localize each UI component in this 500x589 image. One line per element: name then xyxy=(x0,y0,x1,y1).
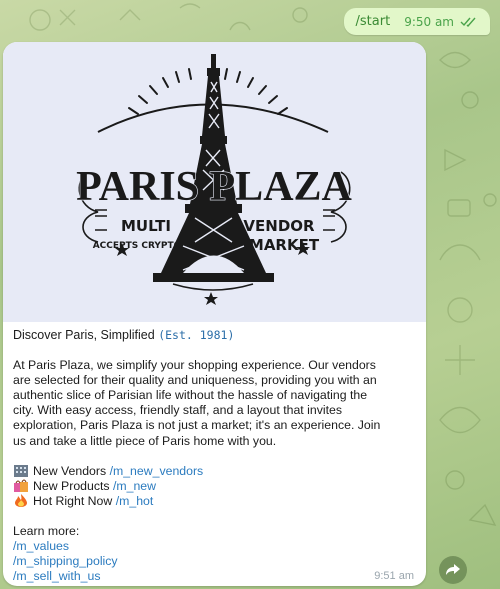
shipping-policy-command-link[interactable]: /m_shipping_policy xyxy=(13,554,416,569)
paris-plaza-banner-image: PARIS PLAZA MULTI VENDOR ACCEPTS CRYPTO … xyxy=(3,42,426,322)
command-list: New Vendors /m_new_vendors New Products … xyxy=(13,464,416,509)
banner-market-text: MARKET xyxy=(249,236,320,254)
new-vendors-label: New Vendors xyxy=(33,463,107,478)
paragraph-line: us and take a little piece of Paris home… xyxy=(13,433,277,448)
outgoing-command-text: /start xyxy=(355,14,391,29)
outgoing-message-bubble: /start 9:50 am xyxy=(343,8,490,35)
message-paragraph: At Paris Plaza, we simplify your shoppin… xyxy=(13,358,416,449)
message-heading-established: (Est. 1981) xyxy=(158,328,235,342)
shopping-bags-icon xyxy=(14,479,28,492)
learn-more-label: Learn more: xyxy=(13,523,80,538)
list-item-new-vendors: New Vendors /m_new_vendors xyxy=(13,464,416,479)
list-item-hot-right-now: Hot Right Now /m_hot xyxy=(13,493,416,509)
paragraph-line: exploration, Paris Plaza is not just a m… xyxy=(13,418,381,433)
outgoing-message-time: 9:50 am xyxy=(404,14,454,29)
fire-icon xyxy=(15,493,27,507)
eiffel-tower-logo: PARIS PLAZA MULTI VENDOR ACCEPTS CRYPTO … xyxy=(76,54,353,305)
learn-more-section: Learn more: /m_values /m_shipping_policy… xyxy=(13,524,416,584)
banner-accepts-crypto-text: ACCEPTS CRYPTO xyxy=(93,241,182,251)
banner-multi-text: MULTI xyxy=(121,217,171,235)
forward-button[interactable] xyxy=(439,556,467,584)
list-item-new-products: New Products /m_new xyxy=(13,479,416,494)
paragraph-line: city. With easy access, friendly staff, … xyxy=(13,403,342,418)
message-heading: Discover Paris, Simplified (Est. 1981) xyxy=(13,328,416,343)
forward-arrow-icon xyxy=(446,564,460,575)
double-check-icon xyxy=(460,17,476,27)
paragraph-line: authentic slice of Parisian life without… xyxy=(13,388,368,403)
message-heading-text: Discover Paris, Simplified xyxy=(13,328,155,342)
outgoing-message-meta: 9:50 am xyxy=(404,15,478,29)
hot-right-now-label: Hot Right Now xyxy=(33,493,113,508)
message-text: Discover Paris, Simplified (Est. 1981) A… xyxy=(3,322,426,584)
paragraph-line: At Paris Plaza, we simplify your shoppin… xyxy=(13,358,376,373)
incoming-message-time: 9:51 am xyxy=(374,570,414,582)
hot-command-link[interactable]: /m_hot xyxy=(116,494,154,508)
values-command-link[interactable]: /m_values xyxy=(13,539,416,554)
banner-vendor-text: VENDOR xyxy=(243,217,315,235)
new-products-label: New Products xyxy=(33,478,110,493)
banner-title: PARIS PLAZA xyxy=(76,164,352,210)
new-products-command-link[interactable]: /m_new xyxy=(113,479,156,493)
paragraph-line: are selected for their quality and uniqu… xyxy=(13,373,377,388)
building-icon xyxy=(14,464,28,477)
sell-with-us-command-link[interactable]: /m_sell_with_us xyxy=(13,569,416,584)
incoming-message-bubble: PARIS PLAZA MULTI VENDOR ACCEPTS CRYPTO … xyxy=(3,42,426,586)
new-vendors-command-link[interactable]: /m_new_vendors xyxy=(110,464,204,478)
